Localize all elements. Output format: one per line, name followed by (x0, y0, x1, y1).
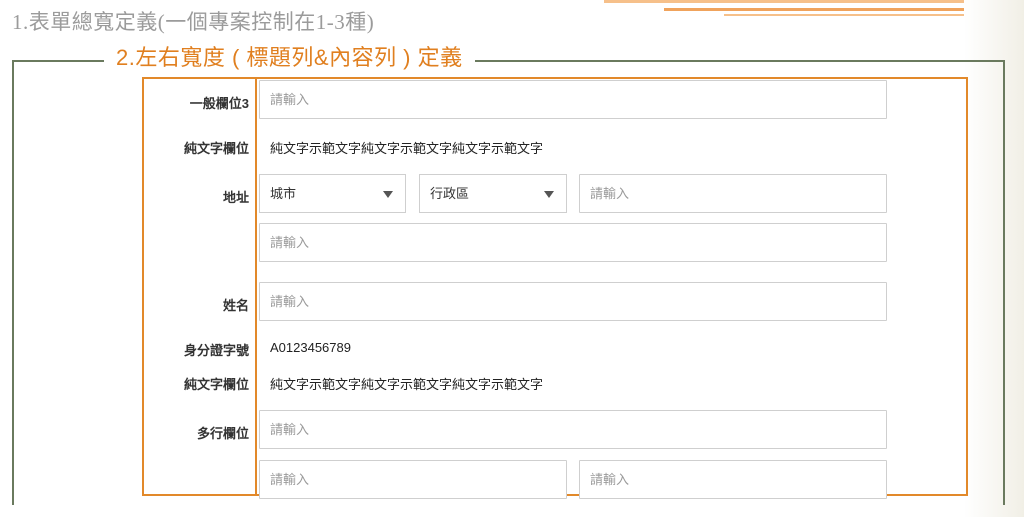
plain-text-label: 純文字欄位 (183, 141, 249, 156)
id-number-value: A0123456789 (270, 340, 351, 355)
plain-text-value: 純文字示範文字純文字示範文字純文字示範文字 (270, 141, 544, 156)
chevron-down-icon (544, 191, 554, 198)
multi-field-label: 多行欄位 (196, 426, 249, 441)
address-label: 地址 (222, 190, 249, 205)
plain-text-label-2: 純文字欄位 (183, 377, 249, 392)
address-line2-input[interactable] (259, 223, 887, 262)
name-label: 姓名 (222, 298, 249, 313)
id-number-label: 身分證字號 (183, 343, 249, 358)
district-select[interactable]: 行政區 (419, 174, 567, 213)
city-select-value: 城市 (270, 186, 297, 201)
plain-text-value-2: 純文字示範文字純文字示範文字純文字示範文字 (270, 377, 544, 392)
multi-field-input-2[interactable] (259, 460, 567, 499)
section-heading-columns: 2.左右寬度 ( 標題列&內容列 ) 定義 (104, 40, 475, 72)
chevron-down-icon (383, 191, 393, 198)
decorative-stripe (604, 0, 1024, 3)
column-divider (255, 77, 257, 496)
section-heading-width: 1.表單總寬定義(一個專案控制在1-3種) (12, 10, 375, 34)
city-select[interactable]: 城市 (259, 174, 406, 213)
general-field-label: 一般欄位3 (189, 96, 249, 111)
general-field-input[interactable] (259, 80, 887, 119)
multi-field-input-3[interactable] (579, 460, 887, 499)
multi-field-input-1[interactable] (259, 410, 887, 449)
district-select-value: 行政區 (430, 186, 470, 201)
address-detail-input[interactable] (579, 174, 887, 213)
name-input[interactable] (259, 282, 887, 321)
